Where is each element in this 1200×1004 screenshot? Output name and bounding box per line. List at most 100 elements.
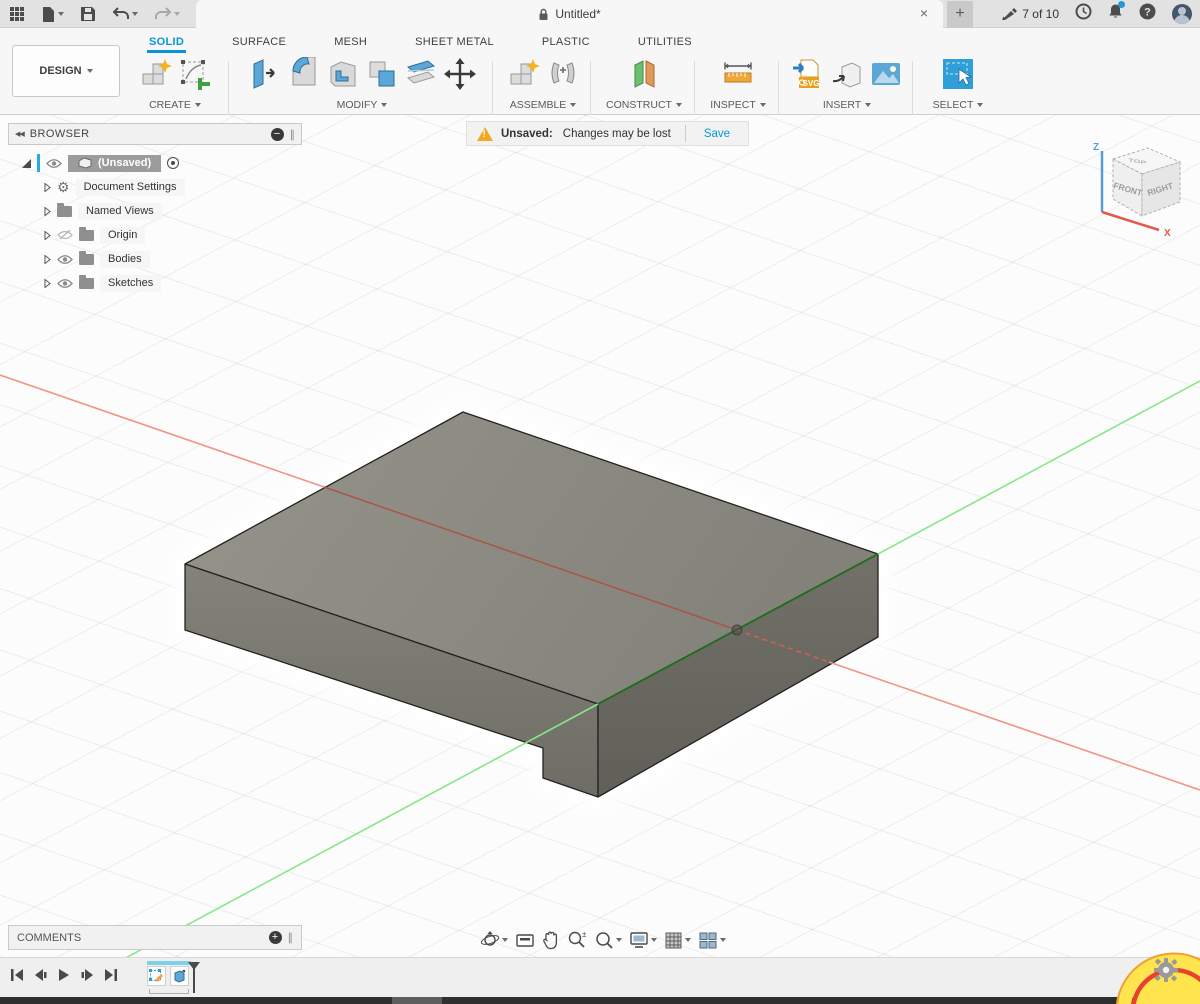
combine-icon[interactable] (365, 57, 399, 91)
joint-icon[interactable] (546, 57, 580, 91)
help-button[interactable]: ? (1139, 3, 1156, 25)
timeline-extrude-feature[interactable] (170, 966, 189, 986)
document-node[interactable]: (Unsaved) (68, 155, 161, 172)
redo-button[interactable] (151, 4, 183, 24)
warning-save-button[interactable]: Save (686, 128, 748, 140)
save-button[interactable] (77, 4, 99, 24)
assemble-new-component-icon[interactable] (507, 57, 541, 91)
tab-utilities[interactable]: UTILITIES (636, 30, 694, 53)
create-sketch-icon[interactable] (178, 57, 212, 91)
view-cube[interactable]: Z X TOP FRONT RIGHT (1085, 137, 1197, 239)
construct-caret-icon (676, 103, 682, 107)
step-back-icon[interactable] (33, 968, 48, 982)
group-select: SELECT (918, 55, 998, 115)
look-at-button[interactable] (515, 931, 535, 949)
tab-solid[interactable]: SOLID (147, 30, 186, 53)
select-icon[interactable] (941, 57, 975, 91)
group-assemble-dropdown[interactable]: ASSEMBLE (498, 99, 588, 111)
activate-document-radio-icon[interactable] (167, 157, 179, 169)
go-to-end-icon[interactable] (104, 968, 118, 982)
tree-label[interactable]: Named Views (78, 203, 162, 220)
expand-arrow-icon[interactable] (44, 255, 51, 264)
browser-grip-icon[interactable]: ∥ (290, 128, 296, 141)
expand-arrow-icon[interactable] (44, 207, 51, 216)
tab-mesh[interactable]: MESH (332, 30, 369, 53)
tree-label[interactable]: Document Settings (76, 179, 185, 196)
job-status[interactable]: 7 of 10 (1001, 7, 1059, 22)
origin-point[interactable] (732, 625, 742, 635)
notifications-button[interactable] (1108, 3, 1123, 25)
pan-hand-icon (542, 930, 560, 950)
group-modify-dropdown[interactable]: MODIFY (234, 99, 490, 111)
expand-arrow-icon[interactable] (44, 183, 51, 192)
browser-minimize-icon[interactable]: − (271, 128, 284, 141)
group-insert-dropdown[interactable]: INSERT (784, 99, 910, 111)
viewports-button[interactable] (698, 931, 726, 950)
undo-button[interactable] (109, 4, 141, 24)
measure-icon[interactable] (721, 57, 755, 91)
tab-sheet-metal[interactable]: SHEET METAL (413, 30, 496, 53)
grid-snap-button[interactable] (664, 931, 691, 950)
fit-button[interactable] (594, 930, 622, 950)
extension-manager-button[interactable] (1075, 3, 1092, 25)
comments-grip-icon[interactable]: ∥ (288, 931, 294, 944)
comments-panel[interactable]: COMMENTS + ∥ (8, 925, 302, 950)
collapse-browser-icon[interactable]: ◀◀ (15, 130, 24, 138)
eye-visible-icon[interactable] (57, 278, 73, 289)
expand-triangle-icon[interactable] (22, 159, 31, 168)
unsaved-warning-bar: Unsaved: Changes may be lost Save (466, 121, 749, 146)
workspace-selector[interactable]: DESIGN (12, 45, 120, 97)
fillet-icon[interactable] (287, 57, 321, 91)
expand-arrow-icon[interactable] (44, 231, 51, 240)
timeline-playhead[interactable] (188, 962, 200, 993)
shell-icon[interactable] (326, 57, 360, 91)
model-viewport[interactable]: Z X TOP FRONT RIGHT Unsaved: Changes may… (0, 115, 1200, 957)
construct-plane-icon[interactable] (627, 57, 661, 91)
step-forward-icon[interactable] (80, 968, 95, 982)
eye-hidden-icon[interactable] (57, 229, 73, 241)
tab-plastic[interactable]: PLASTIC (540, 30, 592, 53)
insert-canvas-icon[interactable] (869, 57, 903, 91)
app-grid-icon[interactable] (6, 4, 28, 24)
eye-visible-icon[interactable] (57, 254, 73, 265)
play-icon[interactable] (57, 968, 71, 982)
insert-svg-icon[interactable]: SVG (791, 57, 825, 91)
user-avatar[interactable] (1172, 4, 1192, 24)
display-settings-button[interactable] (629, 931, 657, 949)
browser-header[interactable]: ◀◀ BROWSER − ∥ (8, 123, 302, 145)
tree-row-document[interactable]: (Unsaved) (8, 151, 302, 175)
tree-label[interactable]: Origin (100, 227, 145, 244)
expand-arrow-icon[interactable] (44, 279, 51, 288)
tree-row-origin[interactable]: Origin (8, 223, 302, 247)
move-copy-icon[interactable] (443, 57, 477, 91)
zoom-button[interactable]: ± (567, 930, 587, 950)
group-inspect-dropdown[interactable]: INSPECT (700, 99, 776, 111)
add-comment-icon[interactable]: + (269, 931, 282, 944)
tab-surface[interactable]: SURFACE (230, 30, 288, 53)
job-progress-spinner[interactable] (1108, 948, 1200, 1004)
group-select-dropdown[interactable]: SELECT (918, 99, 998, 111)
file-menu-button[interactable] (38, 4, 67, 25)
eye-visible-icon[interactable] (46, 158, 62, 169)
tree-row-bodies[interactable]: Bodies (8, 247, 302, 271)
redo-caret-icon[interactable] (174, 12, 180, 16)
group-construct-dropdown[interactable]: CONSTRUCT (596, 99, 692, 111)
tree-label[interactable]: Bodies (100, 251, 150, 268)
press-pull-icon[interactable] (248, 57, 282, 91)
close-tab-icon[interactable]: × (915, 4, 933, 22)
split-body-icon[interactable] (404, 57, 438, 91)
document-tab[interactable]: Untitled* × (196, 0, 943, 28)
tree-label[interactable]: Sketches (100, 275, 161, 292)
group-create-dropdown[interactable]: CREATE (134, 99, 216, 111)
orbit-button[interactable] (480, 930, 508, 950)
tree-row-named-views[interactable]: Named Views (8, 199, 302, 223)
tree-row-document-settings[interactable]: ⚙ Document Settings (8, 175, 302, 199)
undo-caret-icon[interactable] (132, 12, 138, 16)
go-to-start-icon[interactable] (10, 968, 24, 982)
insert-derive-icon[interactable] (830, 57, 864, 91)
pan-button[interactable] (542, 930, 560, 950)
timeline-sketch-feature[interactable] (147, 966, 166, 986)
new-component-icon[interactable] (139, 57, 173, 91)
new-tab-button[interactable]: + (947, 1, 973, 28)
tree-row-sketches[interactable]: Sketches (8, 271, 302, 295)
